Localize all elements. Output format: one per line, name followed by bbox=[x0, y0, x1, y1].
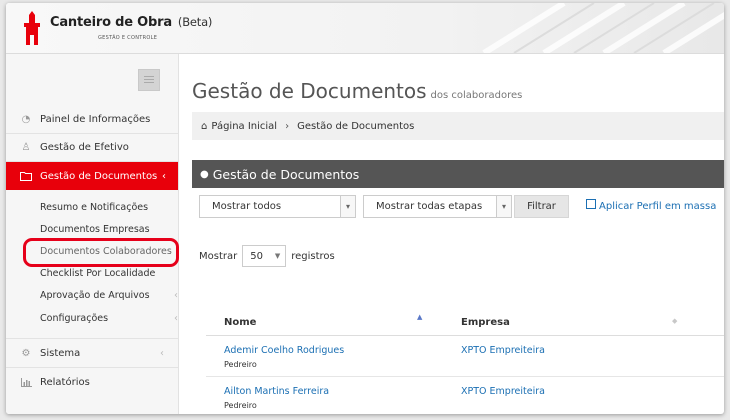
folder-icon bbox=[19, 171, 33, 181]
subitem-checklist[interactable]: Checklist Por Localidade bbox=[40, 265, 155, 283]
length-prefix: Mostrar bbox=[199, 250, 238, 262]
page-length-select[interactable]: 50 ▼ bbox=[242, 245, 287, 267]
sidebar-item-label: Gestão de Efetivo bbox=[40, 141, 129, 153]
chevron-down-icon: ▼ bbox=[274, 252, 281, 260]
checkbox-icon bbox=[586, 199, 596, 209]
globe-icon: ● bbox=[200, 168, 209, 180]
highlight-annotation bbox=[23, 238, 179, 267]
column-header-nome[interactable]: Nome bbox=[224, 317, 256, 328]
page-length-value: 50 bbox=[250, 250, 263, 262]
subitem-configuracoes[interactable]: Configurações ‹ bbox=[40, 310, 178, 328]
sidebar-item-sistema[interactable]: ⚙ Sistema ‹ bbox=[6, 338, 178, 368]
collaborator-role: Pedreiro bbox=[224, 360, 257, 369]
breadcrumb-current: Gestão de Documentos bbox=[297, 120, 415, 132]
table-row: Ademir Coelho Rodrigues Pedreiro XPTO Em… bbox=[206, 336, 724, 377]
chevron-left-icon: ‹ bbox=[160, 347, 164, 359]
company-link[interactable]: XPTO Empreiteira bbox=[461, 345, 545, 356]
subitem-doc-empresas[interactable]: Documentos Empresas bbox=[40, 221, 150, 239]
subitem-label: Aprovação de Arquivos bbox=[40, 290, 150, 301]
top-header: Canteiro de Obra (Beta) GESTÃO E CONTROLE bbox=[6, 3, 724, 54]
brand-tagline: GESTÃO E CONTROLE bbox=[98, 35, 158, 41]
column-header-empresa[interactable]: Empresa bbox=[461, 317, 510, 328]
select-value: Mostrar todas etapas bbox=[376, 201, 483, 212]
beta-label: (Beta) bbox=[177, 15, 213, 29]
company-link[interactable]: XPTO Empreiteira bbox=[461, 386, 545, 397]
collaborator-name-link[interactable]: Ademir Coelho Rodrigues bbox=[224, 345, 344, 356]
subitem-label: Configurações bbox=[40, 313, 109, 324]
page-length-control: Mostrar 50 ▼ registros bbox=[199, 245, 335, 267]
subitem-aprovacao[interactable]: Aprovação de Arquivos ‹ bbox=[40, 287, 178, 305]
sidebar-item-efetivo[interactable]: ♙ Gestão de Efetivo bbox=[6, 133, 178, 162]
sidebar-item-label: Sistema bbox=[40, 347, 81, 359]
sidebar-item-painel[interactable]: ◔ Painel de Informações bbox=[6, 105, 178, 134]
cogs-icon: ⚙ bbox=[21, 347, 31, 359]
brand-title[interactable]: Canteiro de Obra (Beta) bbox=[50, 15, 212, 30]
person-icon: ♙ bbox=[21, 141, 31, 153]
main-content: Gestão de Documentos dos colaboradores ⌂ … bbox=[179, 54, 724, 414]
chevron-left-icon: ‹ bbox=[174, 290, 178, 301]
sort-icon[interactable]: ◆ bbox=[672, 317, 677, 325]
apply-mass-profile-link[interactable]: Aplicar Perfil em massa bbox=[586, 199, 716, 212]
page-subtitle: dos colaboradores bbox=[430, 90, 523, 101]
collaborator-role: Pedreiro bbox=[224, 401, 257, 410]
mass-link-label: Aplicar Perfil em massa bbox=[599, 201, 717, 212]
sidebar-item-documentos[interactable]: Gestão de Documentos ‹ bbox=[6, 162, 178, 190]
menu-line bbox=[144, 82, 154, 83]
table-row: Ailton Martins Ferreira Pedreiro XPTO Em… bbox=[206, 377, 724, 414]
menu-toggle-button[interactable] bbox=[138, 69, 160, 91]
chevron-down-icon: ▾ bbox=[496, 196, 511, 217]
length-suffix: registros bbox=[291, 250, 335, 262]
header-decoration bbox=[482, 3, 724, 53]
sidebar-item-relatorios[interactable]: Relatórios bbox=[6, 368, 178, 396]
breadcrumb-home-link[interactable]: Página Inicial bbox=[211, 121, 277, 132]
filter-button[interactable]: Filtrar bbox=[514, 195, 569, 218]
filter-status-select[interactable]: Mostrar todos ▾ bbox=[199, 195, 356, 218]
sidebar-item-label: Gestão de Documentos bbox=[40, 170, 158, 182]
subitem-resumo[interactable]: Resumo e Notificações bbox=[40, 199, 148, 217]
brand-name: Canteiro de Obra bbox=[50, 15, 172, 30]
menu-line bbox=[144, 76, 154, 77]
breadcrumb-separator: › bbox=[285, 120, 290, 132]
breadcrumb: ⌂ Página Inicial › Gestão de Documentos bbox=[192, 112, 724, 140]
app-window: Canteiro de Obra (Beta) GESTÃO E CONTROLE… bbox=[6, 3, 724, 414]
chevron-left-icon: ‹ bbox=[174, 313, 178, 324]
sidebar-item-label: Relatórios bbox=[40, 376, 90, 388]
sidebar-item-label: Painel de Informações bbox=[40, 113, 151, 125]
dashboard-icon: ◔ bbox=[21, 113, 31, 125]
filter-stage-select[interactable]: Mostrar todas etapas ▾ bbox=[363, 195, 512, 218]
sort-ascending-icon[interactable]: ▲ bbox=[417, 313, 422, 321]
chevron-down-icon: ▾ bbox=[340, 196, 355, 217]
bar-chart-icon bbox=[19, 377, 33, 387]
collaborator-name-link[interactable]: Ailton Martins Ferreira bbox=[224, 386, 329, 397]
brand-logo-icon bbox=[24, 11, 40, 45]
home-icon[interactable]: ⌂ bbox=[201, 121, 207, 132]
select-value: Mostrar todos bbox=[212, 201, 282, 212]
menu-line bbox=[144, 79, 154, 80]
panel-title: Gestão de Documentos bbox=[212, 166, 360, 182]
chevron-left-icon: ‹ bbox=[162, 170, 166, 182]
page-title: Gestão de Documentos dos colaboradores bbox=[192, 79, 522, 103]
table-header: Nome ▲ Empresa ◆ bbox=[206, 309, 724, 336]
sidebar: ◔ Painel de Informações ♙ Gestão de Efet… bbox=[6, 54, 179, 414]
page-title-text: Gestão de Documentos bbox=[192, 79, 427, 103]
panel-header: ● Gestão de Documentos bbox=[192, 160, 724, 188]
